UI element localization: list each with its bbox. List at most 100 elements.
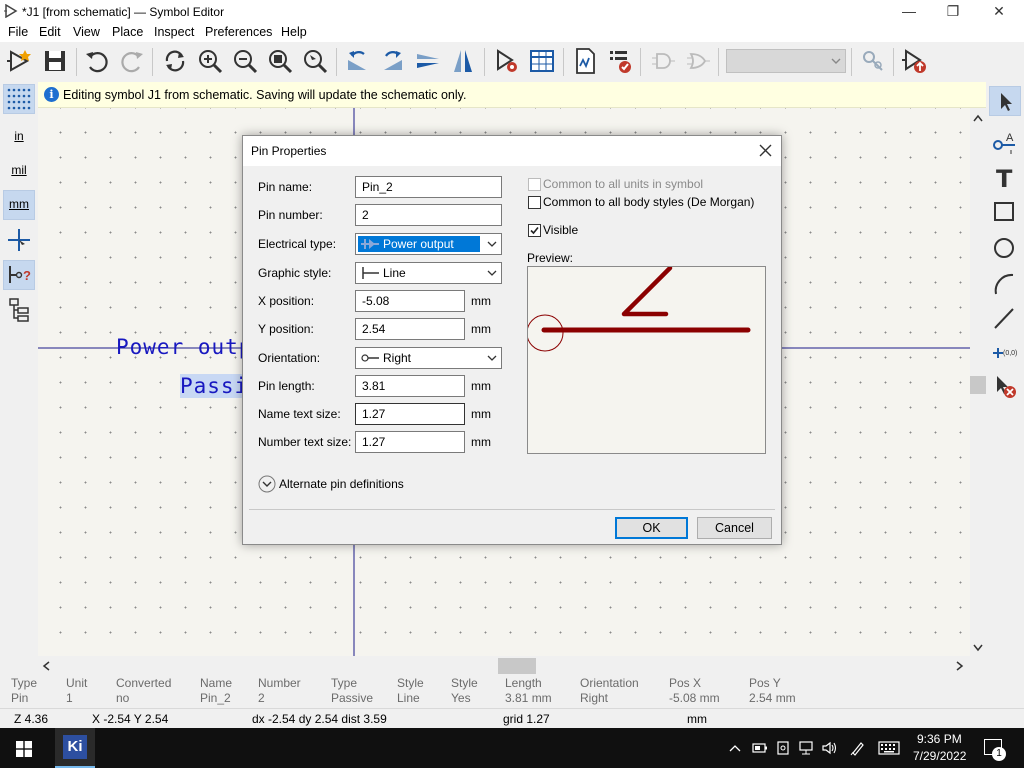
common-units-checkbox[interactable] [528, 178, 541, 191]
ok-button[interactable]: OK [615, 517, 688, 539]
add-rectangle-button[interactable] [989, 198, 1021, 228]
mil-units-button[interactable]: mil [3, 156, 35, 186]
symbol-unit-select[interactable] [726, 49, 846, 73]
y-position-label: Y position: [258, 322, 314, 336]
pin-name-field[interactable]: Pin_2 [355, 176, 502, 198]
menu-place[interactable]: Place [112, 25, 143, 39]
set-anchor-button[interactable]: (0,0) [989, 338, 1021, 368]
maximize-button[interactable]: ❐ [930, 0, 976, 24]
undo-icon[interactable] [82, 46, 112, 76]
clock-time[interactable]: 9:36 PM [917, 732, 962, 746]
electrical-type-selection: Power output [358, 236, 480, 252]
show-pin-electrical-type-button[interactable]: ? [3, 260, 35, 290]
msg-header: Length [505, 676, 542, 690]
hierarchy-tree-button[interactable] [3, 296, 35, 326]
minimize-button[interactable]: — [886, 0, 932, 24]
clock-date[interactable]: 7/29/2022 [913, 749, 966, 763]
delete-tool-button[interactable] [989, 372, 1021, 402]
graphic-style-select[interactable]: Line [355, 262, 502, 284]
zoom-in-icon[interactable] [195, 46, 225, 76]
add-text-button[interactable]: T [989, 164, 1021, 194]
pin-length-label: Pin length: [258, 379, 315, 393]
full-crosshair-button[interactable] [3, 226, 35, 256]
horizontal-scrollbar[interactable] [38, 656, 970, 676]
left-toolbar: in mil mm ? [0, 82, 38, 676]
update-schematic-icon[interactable] [900, 46, 930, 76]
add-arc-button[interactable] [989, 270, 1021, 300]
common-styles-checkbox[interactable] [528, 196, 541, 209]
add-pin-button[interactable]: A [989, 128, 1021, 158]
rotate-ccw-icon[interactable] [342, 46, 372, 76]
menu-edit[interactable]: Edit [39, 25, 61, 39]
pin-table-icon[interactable] [527, 46, 557, 76]
menu-help[interactable]: Help [281, 25, 307, 39]
message-panel: Type Pin Unit 1 Converted no Name Pin_2 … [0, 676, 1024, 708]
select-tool-button[interactable] [989, 86, 1021, 116]
name-text-size-unit: mm [471, 407, 491, 421]
visible-checkbox[interactable] [528, 224, 541, 237]
security-icon[interactable] [776, 741, 790, 755]
delta-status: dx -2.54 dy 2.54 dist 3.59 [252, 712, 387, 726]
chevron-up-icon[interactable] [729, 743, 741, 753]
mirror-h-icon[interactable] [448, 46, 478, 76]
sync-pins-icon[interactable] [858, 46, 888, 76]
inch-units-button[interactable]: in [3, 122, 35, 152]
menu-inspect[interactable]: Inspect [154, 25, 194, 39]
redo-icon[interactable] [117, 46, 147, 76]
msg-header: Pos Y [749, 676, 781, 690]
y-position-field[interactable]: 2.54 [355, 318, 465, 340]
datasheet-icon[interactable] [570, 46, 600, 76]
vertical-scrollbar[interactable] [970, 108, 986, 656]
mirror-v-icon[interactable] [413, 46, 443, 76]
horizontal-scroll-thumb[interactable] [498, 658, 536, 674]
menu-preferences[interactable]: Preferences [205, 25, 272, 39]
cancel-button[interactable]: Cancel [697, 517, 772, 539]
new-symbol-icon[interactable] [5, 46, 35, 76]
msg-value: 2 [258, 691, 265, 705]
network-icon[interactable] [798, 741, 814, 755]
de-morgan-standard-icon[interactable] [648, 46, 678, 76]
save-icon[interactable] [40, 46, 70, 76]
zoom-fit-icon[interactable] [265, 46, 295, 76]
add-line-button[interactable] [989, 304, 1021, 334]
electrical-type-select[interactable]: Power output [355, 233, 502, 255]
menu-view[interactable]: View [73, 25, 100, 39]
de-morgan-alternate-icon[interactable] [683, 46, 713, 76]
symbol-properties-icon[interactable] [492, 46, 522, 76]
arrow-cursor-icon [1001, 93, 1012, 111]
alternate-pin-definitions-toggle[interactable]: Alternate pin definitions [258, 475, 438, 493]
zoom-tool-icon[interactable] [300, 46, 330, 76]
taskbar-kicad-app[interactable]: Ki [55, 728, 95, 768]
volume-icon[interactable] [822, 741, 838, 755]
close-window-button[interactable]: ✕ [976, 0, 1022, 24]
check-icon[interactable] [605, 46, 635, 76]
pin-length-field[interactable]: 3.81 [355, 375, 465, 397]
common-styles-label: Common to all body styles (De Morgan) [543, 195, 755, 209]
vertical-scroll-thumb[interactable] [970, 376, 986, 394]
dialog-title: Pin Properties [251, 144, 327, 158]
msg-value: 3.81 mm [505, 691, 552, 705]
number-text-size-label: Number text size: [258, 435, 352, 449]
windows-logo-icon [16, 741, 32, 757]
msg-header: Unit [66, 676, 88, 690]
number-text-size-field[interactable]: 1.27 [355, 431, 465, 453]
name-text-size-field[interactable]: 1.27 [355, 403, 465, 425]
refresh-icon[interactable] [160, 46, 190, 76]
mm-units-button[interactable]: mm [3, 190, 35, 220]
pin-number-field[interactable]: 2 [355, 204, 502, 226]
grid-toggle-button[interactable] [3, 84, 35, 114]
zoom-out-icon[interactable] [230, 46, 260, 76]
start-button[interactable] [0, 728, 48, 768]
orientation-select[interactable]: Right [355, 347, 502, 369]
dialog-title-bar: Pin Properties [243, 136, 781, 166]
dialog-close-icon[interactable] [759, 144, 772, 157]
status-bar: Z 4.36 X -2.54 Y 2.54 dx -2.54 dy 2.54 d… [0, 708, 1024, 728]
menu-file[interactable]: File [8, 25, 28, 39]
pen-icon[interactable] [850, 740, 866, 756]
battery-icon[interactable] [752, 741, 768, 755]
keyboard-icon[interactable] [878, 741, 900, 755]
msg-header: Converted [116, 676, 172, 690]
add-circle-button[interactable] [989, 234, 1021, 264]
rotate-cw-icon[interactable] [378, 46, 408, 76]
x-position-field[interactable]: -5.08 [355, 290, 465, 312]
